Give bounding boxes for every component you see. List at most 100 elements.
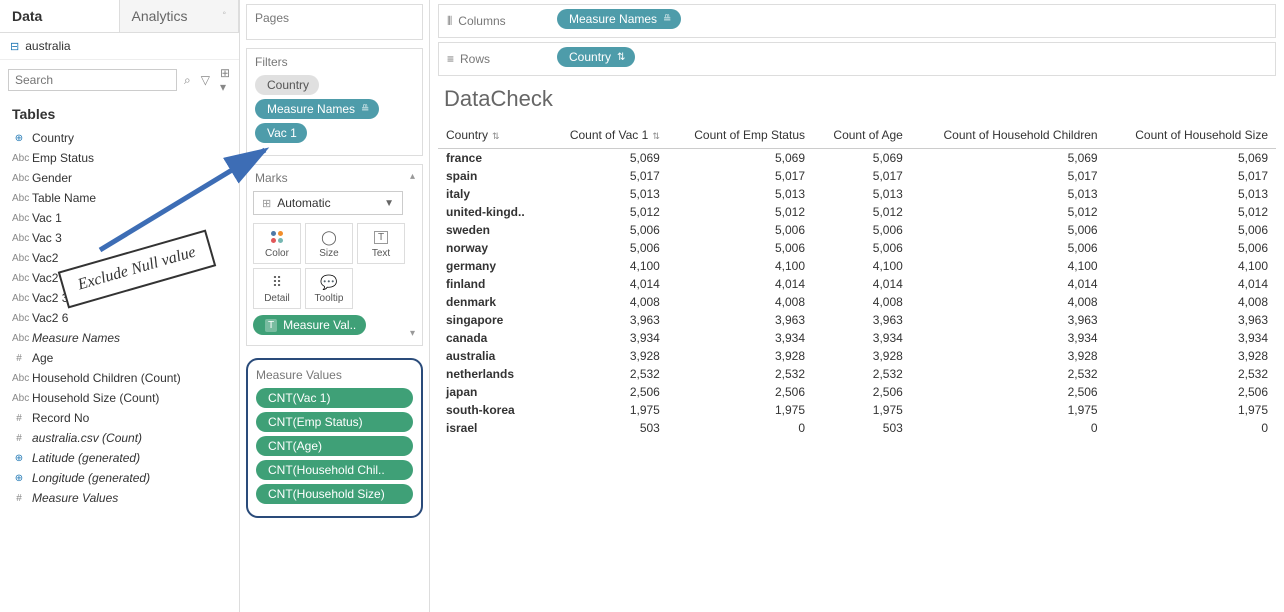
field-label: Longitude (generated) [32,471,150,485]
cell-value: 2,506 [1106,383,1276,401]
marks-type-select[interactable]: ⊞ Automatic ▼ [253,191,403,215]
cell-value: 3,934 [813,329,911,347]
view-toggle-icon[interactable]: ⊞ ▾ [217,66,233,94]
field-type-icon: Abc [12,153,26,164]
field-gender[interactable]: AbcGender [0,168,239,188]
chevron-down-icon: ▼ [384,198,394,209]
cell-value: 5,069 [813,149,911,168]
tab-data[interactable]: Data [0,0,120,32]
table-row[interactable]: spain5,0175,0175,0175,0175,017 [438,167,1276,185]
field-measure-names[interactable]: AbcMeasure Names [0,328,239,348]
field-latitude-generated-[interactable]: ⊕Latitude (generated) [0,448,239,468]
mark-detail-button[interactable]: ⠿Detail [253,268,301,309]
measure-value-pill[interactable]: CNT(Age) [256,436,413,456]
field-label: Household Children (Count) [32,371,181,385]
cell-value: 5,006 [668,221,813,239]
table-row[interactable]: netherlands2,5322,5322,5322,5322,532 [438,365,1276,383]
row-country: australia [438,347,546,365]
search-magnify-icon[interactable]: ⌕ [181,73,194,88]
table-row[interactable]: japan2,5062,5062,5062,5062,506 [438,383,1276,401]
mark-text-button[interactable]: TText [357,223,405,264]
table-row[interactable]: australia3,9283,9283,9283,9283,928 [438,347,1276,365]
field-label: Vac2 [32,271,58,285]
filter-pill-measure-names[interactable]: Measure Names≞ [255,99,379,119]
col-header[interactable]: Country⇅ [438,122,546,149]
table-row[interactable]: south-korea1,9751,9751,9751,9751,975 [438,401,1276,419]
table-row[interactable]: italy5,0135,0135,0135,0135,013 [438,185,1276,203]
datasource-row[interactable]: ⊟ australia [0,33,239,60]
field-australia-csv-count-[interactable]: #australia.csv (Count) [0,428,239,448]
col-header[interactable]: Count of Vac 1⇅ [546,122,667,149]
rows-pill-country[interactable]: Country ⇅ [557,47,635,67]
columns-pill-measure-names[interactable]: Measure Names ≞ [557,9,681,29]
row-country: norway [438,239,546,257]
field-type-icon: ⊕ [12,453,26,464]
table-row[interactable]: france5,0695,0695,0695,0695,069 [438,149,1276,168]
cell-value: 5,006 [546,221,667,239]
columns-shelf[interactable]: ⦀Columns Measure Names ≞ [438,4,1276,38]
field-type-icon: Abc [12,273,26,284]
table-row[interactable]: denmark4,0084,0084,0084,0084,008 [438,293,1276,311]
field-measure-values[interactable]: #Measure Values [0,488,239,508]
viz-title[interactable]: DataCheck [430,76,1284,122]
table-row[interactable]: israel503050300 [438,419,1276,437]
cell-value: 4,100 [813,257,911,275]
col-header[interactable]: Count of Age [813,122,911,149]
cell-value: 5,069 [546,149,667,168]
filter-pill-country[interactable]: Country [255,75,319,95]
marks-text-pill[interactable]: T Measure Val.. [253,315,366,335]
data-pane: Data Analytics ◦ ⊟ australia ⌕ ▽ ⊞ ▾ Tab… [0,0,240,612]
field-label: Vac 1 [32,211,62,225]
tab-analytics[interactable]: Analytics ◦ [120,0,240,32]
cell-value: 3,934 [546,329,667,347]
field-country[interactable]: ⊕Country [0,128,239,148]
table-row[interactable]: canada3,9343,9343,9343,9343,934 [438,329,1276,347]
cell-value: 3,963 [911,311,1106,329]
field-household-size-count-[interactable]: AbcHousehold Size (Count) [0,388,239,408]
table-row[interactable]: sweden5,0065,0065,0065,0065,006 [438,221,1276,239]
measure-value-pill[interactable]: CNT(Vac 1) [256,388,413,408]
field-age[interactable]: #Age [0,348,239,368]
cell-value: 5,013 [911,185,1106,203]
cell-value: 1,975 [1106,401,1276,419]
cell-value: 4,014 [546,275,667,293]
pages-shelf[interactable]: Pages [246,4,423,40]
filter-icon[interactable]: ▽ [198,73,213,87]
col-header[interactable]: Count of Emp Status [668,122,813,149]
cell-value: 3,934 [911,329,1106,347]
table-row[interactable]: norway5,0065,0065,0065,0065,006 [438,239,1276,257]
table-row[interactable]: germany4,1004,1004,1004,1004,100 [438,257,1276,275]
field-label: Table Name [32,191,96,205]
field-type-icon: # [12,433,26,444]
filters-shelf[interactable]: Filters CountryMeasure Names≞Vac 1 [246,48,423,156]
row-country: united-kingd.. [438,203,546,221]
search-input[interactable] [8,69,177,91]
measure-value-pill[interactable]: CNT(Emp Status) [256,412,413,432]
measure-value-pill[interactable]: CNT(Household Chil.. [256,460,413,480]
table-row[interactable]: united-kingd..5,0125,0125,0125,0125,012 [438,203,1276,221]
field-vac2-6[interactable]: AbcVac2 6 [0,308,239,328]
field-record-no[interactable]: #Record No [0,408,239,428]
cell-value: 3,928 [546,347,667,365]
row-country: sweden [438,221,546,239]
row-country: japan [438,383,546,401]
filter-pill-vac-1[interactable]: Vac 1 [255,123,307,143]
cell-value: 5,012 [668,203,813,221]
mark-tooltip-button[interactable]: 💬Tooltip [305,268,353,309]
col-header[interactable]: Count of Household Size [1106,122,1276,149]
field-vac-1[interactable]: AbcVac 1 [0,208,239,228]
table-row[interactable]: finland4,0144,0144,0144,0144,014 [438,275,1276,293]
measure-value-pill[interactable]: CNT(Household Size) [256,484,413,504]
sort-icon: ≞ [361,104,369,115]
measure-values-shelf: Measure Values CNT(Vac 1)CNT(Emp Status)… [246,358,423,518]
field-emp-status[interactable]: AbcEmp Status [0,148,239,168]
mark-size-button[interactable]: ◯Size [305,223,353,264]
col-header[interactable]: Count of Household Children [911,122,1106,149]
table-row[interactable]: singapore3,9633,9633,9633,9633,963 [438,311,1276,329]
mark-color-button[interactable]: Color [253,223,301,264]
marks-scrollbar[interactable]: ▴▾ [410,171,420,339]
field-longitude-generated-[interactable]: ⊕Longitude (generated) [0,468,239,488]
field-household-children-count-[interactable]: AbcHousehold Children (Count) [0,368,239,388]
field-table-name[interactable]: AbcTable Name [0,188,239,208]
rows-shelf[interactable]: ≡Rows Country ⇅ [438,42,1276,76]
